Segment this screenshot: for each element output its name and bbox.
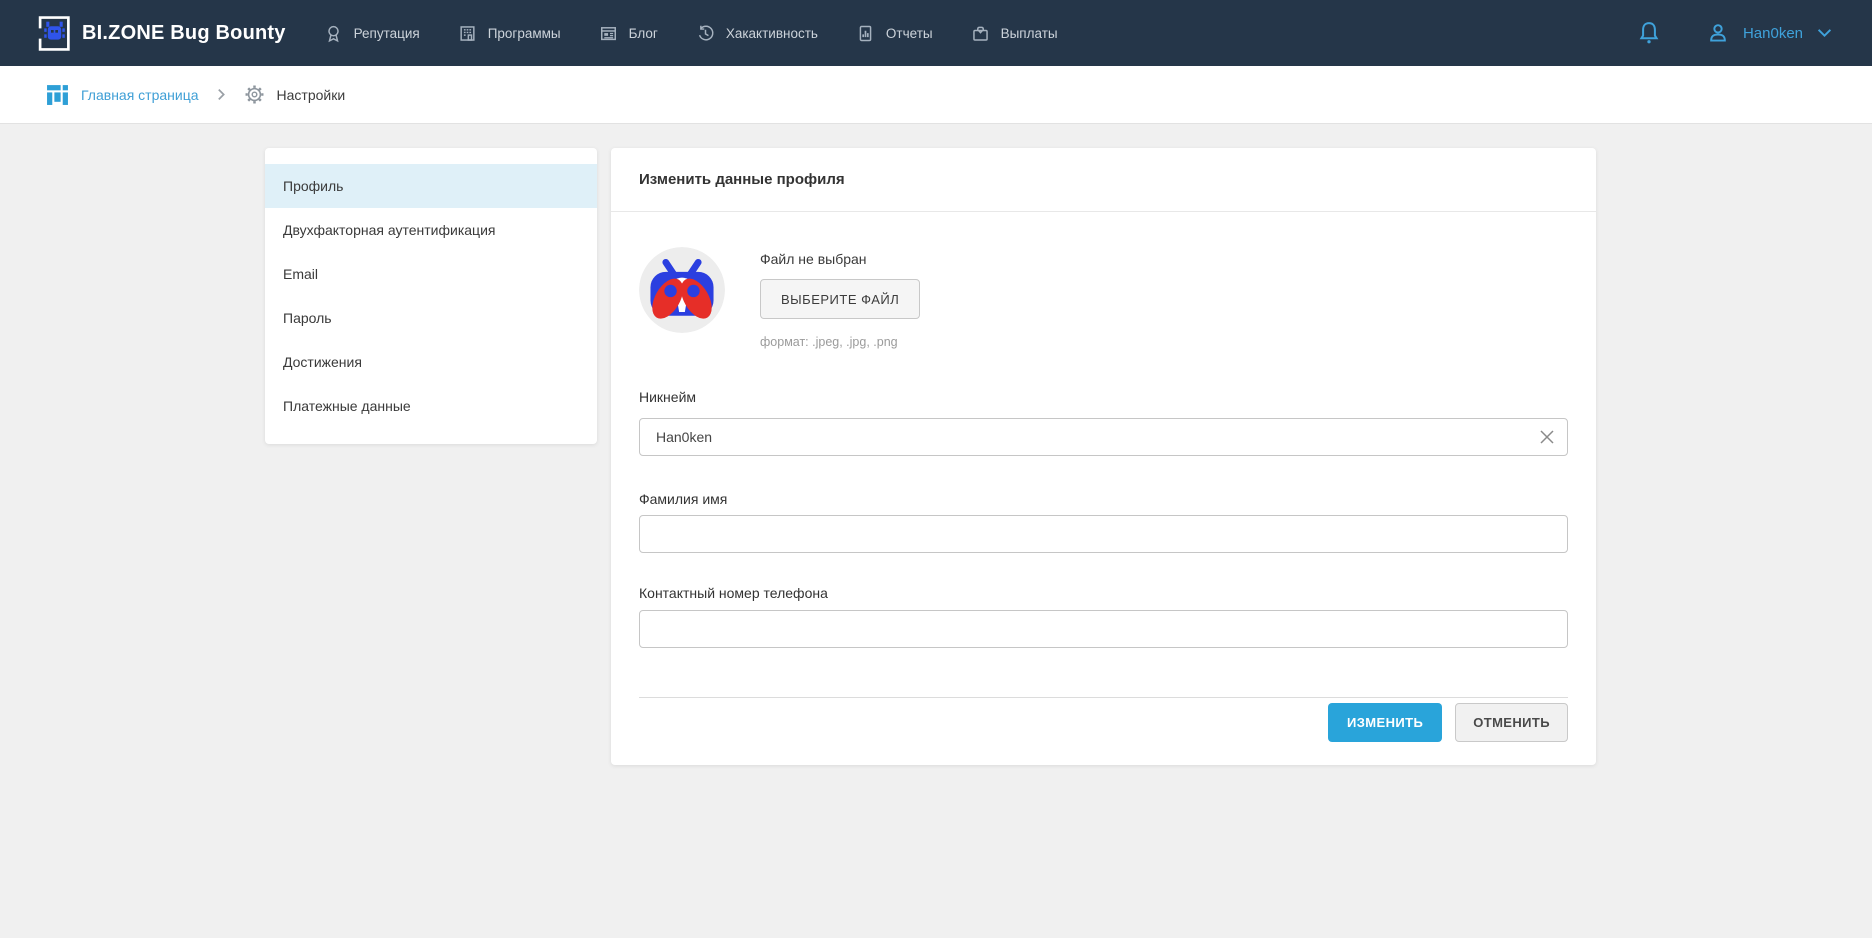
briefcase-icon: [971, 24, 990, 43]
bizone-bug-logo-icon: [38, 15, 71, 52]
sidebar-item-payment-details[interactable]: Платежные данные: [265, 384, 597, 428]
nav-item-reports[interactable]: Отчеты: [856, 24, 933, 43]
phone-input[interactable]: [639, 610, 1568, 648]
submit-button[interactable]: ИЗМЕНИТЬ: [1328, 703, 1442, 742]
brand-logo[interactable]: BI.ZONE Bug Bounty: [38, 15, 286, 52]
history-icon: [696, 24, 715, 43]
card-header: Изменить данные профиля: [611, 148, 1596, 212]
breadcrumb: Главная страница Настройки: [0, 66, 1872, 124]
nickname-label: Никнейм: [639, 389, 1568, 405]
award-icon: [324, 24, 343, 43]
main-nav: Репутация Программы Блог: [324, 24, 1058, 43]
bell-icon[interactable]: [1637, 20, 1661, 46]
form-actions: ИЗМЕНИТЬ ОТМЕНИТЬ: [639, 703, 1568, 742]
nav-item-hackactivity[interactable]: Хакактивность: [696, 24, 818, 43]
nav-item-payouts[interactable]: Выплаты: [971, 24, 1058, 43]
form-divider: [639, 697, 1568, 698]
file-status-text: Файл не выбран: [760, 251, 920, 267]
avatar-upload-section: Файл не выбран ВЫБЕРИТЕ ФАЙЛ формат: .jp…: [639, 247, 1568, 349]
user-icon: [1707, 22, 1729, 44]
fullname-label: Фамилия имя: [639, 491, 1568, 507]
gear-icon: [244, 84, 265, 105]
breadcrumb-current: Настройки: [244, 84, 346, 105]
phone-label: Контактный номер телефона: [639, 585, 1568, 601]
user-name: Han0ken: [1743, 25, 1803, 42]
report-icon: [856, 24, 875, 43]
nav-item-blog[interactable]: Блог: [599, 24, 658, 43]
field-fullname: Фамилия имя: [639, 491, 1568, 553]
user-menu[interactable]: Han0ken: [1707, 22, 1832, 44]
sidebar-item-password[interactable]: Пароль: [265, 296, 597, 340]
breadcrumb-current-label: Настройки: [277, 87, 346, 103]
brand-name: BI.ZONE Bug Bounty: [82, 22, 286, 45]
ladybug-avatar: [639, 247, 725, 333]
building-icon: [458, 24, 477, 43]
chevron-right-icon: [217, 88, 226, 101]
sidebar-item-achievements[interactable]: Достижения: [265, 340, 597, 384]
format-hint: формат: .jpeg, .jpg, .png: [760, 335, 920, 349]
field-phone: Контактный номер телефона: [639, 585, 1568, 648]
newspaper-icon: [599, 24, 618, 43]
sidebar-item-profile[interactable]: Профиль: [265, 164, 597, 208]
breadcrumb-home-label: Главная страница: [81, 87, 199, 103]
profile-edit-card: Изменить данные профиля: [611, 148, 1596, 765]
nav-item-reputation[interactable]: Репутация: [324, 24, 420, 43]
breadcrumb-home-link[interactable]: Главная страница: [46, 83, 199, 106]
chevron-down-icon: [1817, 28, 1832, 38]
choose-file-button[interactable]: ВЫБЕРИТЕ ФАЙЛ: [760, 279, 920, 319]
dashboard-tiles-icon: [46, 83, 69, 106]
page-content: Профиль Двухфакторная аутентификация Ema…: [0, 124, 1872, 938]
sidebar-item-email[interactable]: Email: [265, 252, 597, 296]
clear-nickname-icon[interactable]: [1539, 429, 1555, 445]
nickname-input[interactable]: [639, 418, 1568, 456]
nav-item-programs[interactable]: Программы: [458, 24, 561, 43]
sidebar-item-two-factor[interactable]: Двухфакторная аутентификация: [265, 208, 597, 252]
cancel-button[interactable]: ОТМЕНИТЬ: [1455, 703, 1568, 742]
settings-sidebar: Профиль Двухфакторная аутентификация Ema…: [265, 148, 597, 444]
fullname-input[interactable]: [639, 515, 1568, 553]
field-nickname: Никнейм: [639, 389, 1568, 456]
page-title: Изменить данные профиля: [639, 171, 845, 188]
top-navbar: BI.ZONE Bug Bounty Репутация Программы: [0, 0, 1872, 66]
